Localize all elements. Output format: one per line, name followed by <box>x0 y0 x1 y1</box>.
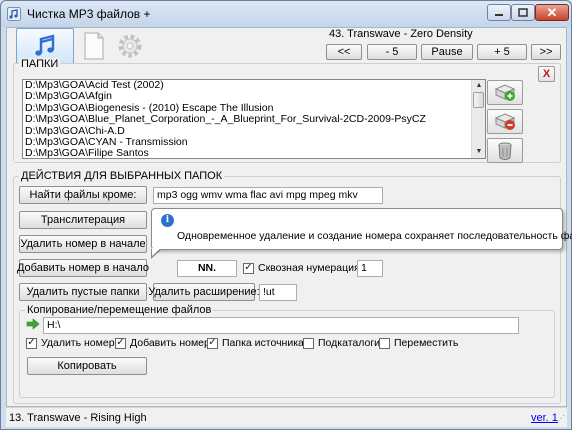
arrow-right-icon <box>26 318 40 330</box>
folders-list[interactable]: D:\Mp3\GOA\Acid Test (2002) D:\Mp3\GOA\Af… <box>22 79 486 159</box>
status-track: 13. Transwave - Rising High <box>9 412 147 424</box>
remove-folder-button[interactable] <box>487 109 523 134</box>
info-tooltip: i Одновременное удаление и создание номе… <box>151 208 572 250</box>
close-icon: X <box>542 68 551 80</box>
app-window: Чистка MP3 файлов + ✕ 43. Transwave - Ze… <box>0 0 572 430</box>
add-number-button[interactable]: Добавить номер в начало <box>17 259 149 277</box>
remove-all-button[interactable]: X <box>538 66 555 82</box>
copy-option-label: Переместить <box>394 337 459 349</box>
minimize-button[interactable] <box>487 4 511 21</box>
transliteration-button[interactable]: Транслитерация <box>19 211 147 229</box>
folder-list-item[interactable]: D:\Mp3\GOA\Blue_Planet_Corporation_-_A_B… <box>23 113 485 125</box>
remove-extension-input[interactable]: !ut <box>259 284 297 301</box>
copy-option-checkbox[interactable]: ✓ Папка источника <box>207 337 304 349</box>
document-icon <box>84 32 104 60</box>
checkbox-box[interactable]: ✓ <box>26 337 37 349</box>
destination-path-input[interactable]: H:\ <box>43 317 519 334</box>
copy-option-label: Подкаталоги <box>318 337 381 349</box>
copy-option-label: Удалить номер <box>41 337 115 349</box>
number-format-input[interactable]: NN. <box>177 260 237 277</box>
maximize-icon <box>518 8 528 17</box>
copy-option-label: Папка источника <box>222 337 304 349</box>
check-icon: ✓ <box>208 337 217 348</box>
pause-button[interactable]: Pause <box>421 44 473 60</box>
document-mode-button[interactable] <box>79 28 109 64</box>
copy-button[interactable]: Копировать <box>27 357 147 375</box>
copy-option-checkbox[interactable]: ✓ Добавить номер <box>115 337 210 349</box>
copy-option-checkbox[interactable]: ✓ Удалить номер <box>26 337 115 349</box>
rewind-5-button[interactable]: - 5 <box>367 44 417 60</box>
close-window-button[interactable]: ✕ <box>535 4 569 21</box>
find-files-button[interactable]: Найти файлы кроме: <box>19 186 147 204</box>
scroll-down-icon[interactable]: ▼ <box>474 147 484 157</box>
checkbox-box[interactable]: ✓ <box>115 337 126 349</box>
app-icon <box>7 7 21 21</box>
scroll-up-icon[interactable]: ▲ <box>474 81 484 91</box>
folders-scrollbar[interactable]: ▲ ▼ <box>471 80 485 158</box>
remove-number-button[interactable]: Удалить номер в начале <box>19 235 147 253</box>
copy-option-checkbox[interactable]: Переместить <box>379 337 458 349</box>
title-bar: Чистка MP3 файлов + ✕ <box>1 1 571 27</box>
check-icon: ✓ <box>116 337 125 348</box>
checkbox-box[interactable]: ✓ <box>207 337 218 349</box>
check-icon: ✓ <box>27 337 36 348</box>
checkbox-box[interactable]: ✓ <box>243 262 254 274</box>
close-icon: ✕ <box>546 4 558 20</box>
add-folder-button[interactable] <box>487 80 523 105</box>
add-folder-icon <box>494 83 516 101</box>
version-link[interactable]: ver. 1 <box>531 412 558 424</box>
remove-empty-folders-button[interactable]: Удалить пустые папки <box>19 283 147 301</box>
resize-grip-icon[interactable]: ⋰ <box>557 414 565 423</box>
folders-group-title: ПАПКИ <box>19 58 61 70</box>
remove-extension-button[interactable]: Удалить расширение: <box>148 283 260 301</box>
now-playing-title: 43. Transwave - Zero Density <box>329 28 473 40</box>
numbering-start-input[interactable]: 1 <box>357 260 383 277</box>
gear-icon <box>118 34 142 58</box>
checkbox-box[interactable] <box>303 337 314 349</box>
minimize-icon <box>495 13 503 16</box>
client-area: 43. Transwave - Zero Density << - 5 Paus… <box>6 27 572 407</box>
forward-5-button[interactable]: + 5 <box>477 44 527 60</box>
folder-list-item[interactable]: D:\Mp3\GOA\Filipe Santos <box>23 147 485 158</box>
scroll-thumb[interactable] <box>473 92 484 108</box>
window-title: Чистка MP3 файлов + <box>27 7 151 21</box>
extensions-input[interactable]: mp3 ogg wmv wma flac avi mpg mpeg mkv <box>153 187 383 204</box>
maximize-button[interactable] <box>511 4 535 21</box>
tooltip-text: Одновременное удаление и создание номера… <box>177 230 572 242</box>
status-bar: 13. Transwave - Rising High ver. 1 ⋰ <box>6 407 567 427</box>
previous-track-button[interactable]: << <box>326 44 362 60</box>
trash-icon <box>498 142 512 160</box>
check-icon: ✓ <box>244 262 253 273</box>
copy-option-label: Добавить номер <box>130 337 210 349</box>
copy-option-checkbox[interactable]: Подкаталоги <box>303 337 380 349</box>
remove-folder-icon <box>494 112 516 130</box>
clear-list-button[interactable] <box>487 138 523 163</box>
next-track-button[interactable]: >> <box>531 44 561 60</box>
checkbox-box[interactable] <box>379 337 390 349</box>
music-note-icon <box>35 34 55 56</box>
info-icon: i <box>161 214 174 227</box>
continuous-numbering-checkbox[interactable]: ✓ Сквозная нумерация с: <box>243 262 371 274</box>
settings-mode-button[interactable] <box>113 28 147 64</box>
actions-group-title: ДЕЙСТВИЯ ДЛЯ ВЫБРАННЫХ ПАПОК <box>19 170 225 182</box>
copy-group-title: Копирование/перемещение файлов <box>25 304 214 316</box>
tooltip-tail-inner <box>152 248 161 256</box>
continuous-numbering-label: Сквозная нумерация с: <box>258 262 371 274</box>
